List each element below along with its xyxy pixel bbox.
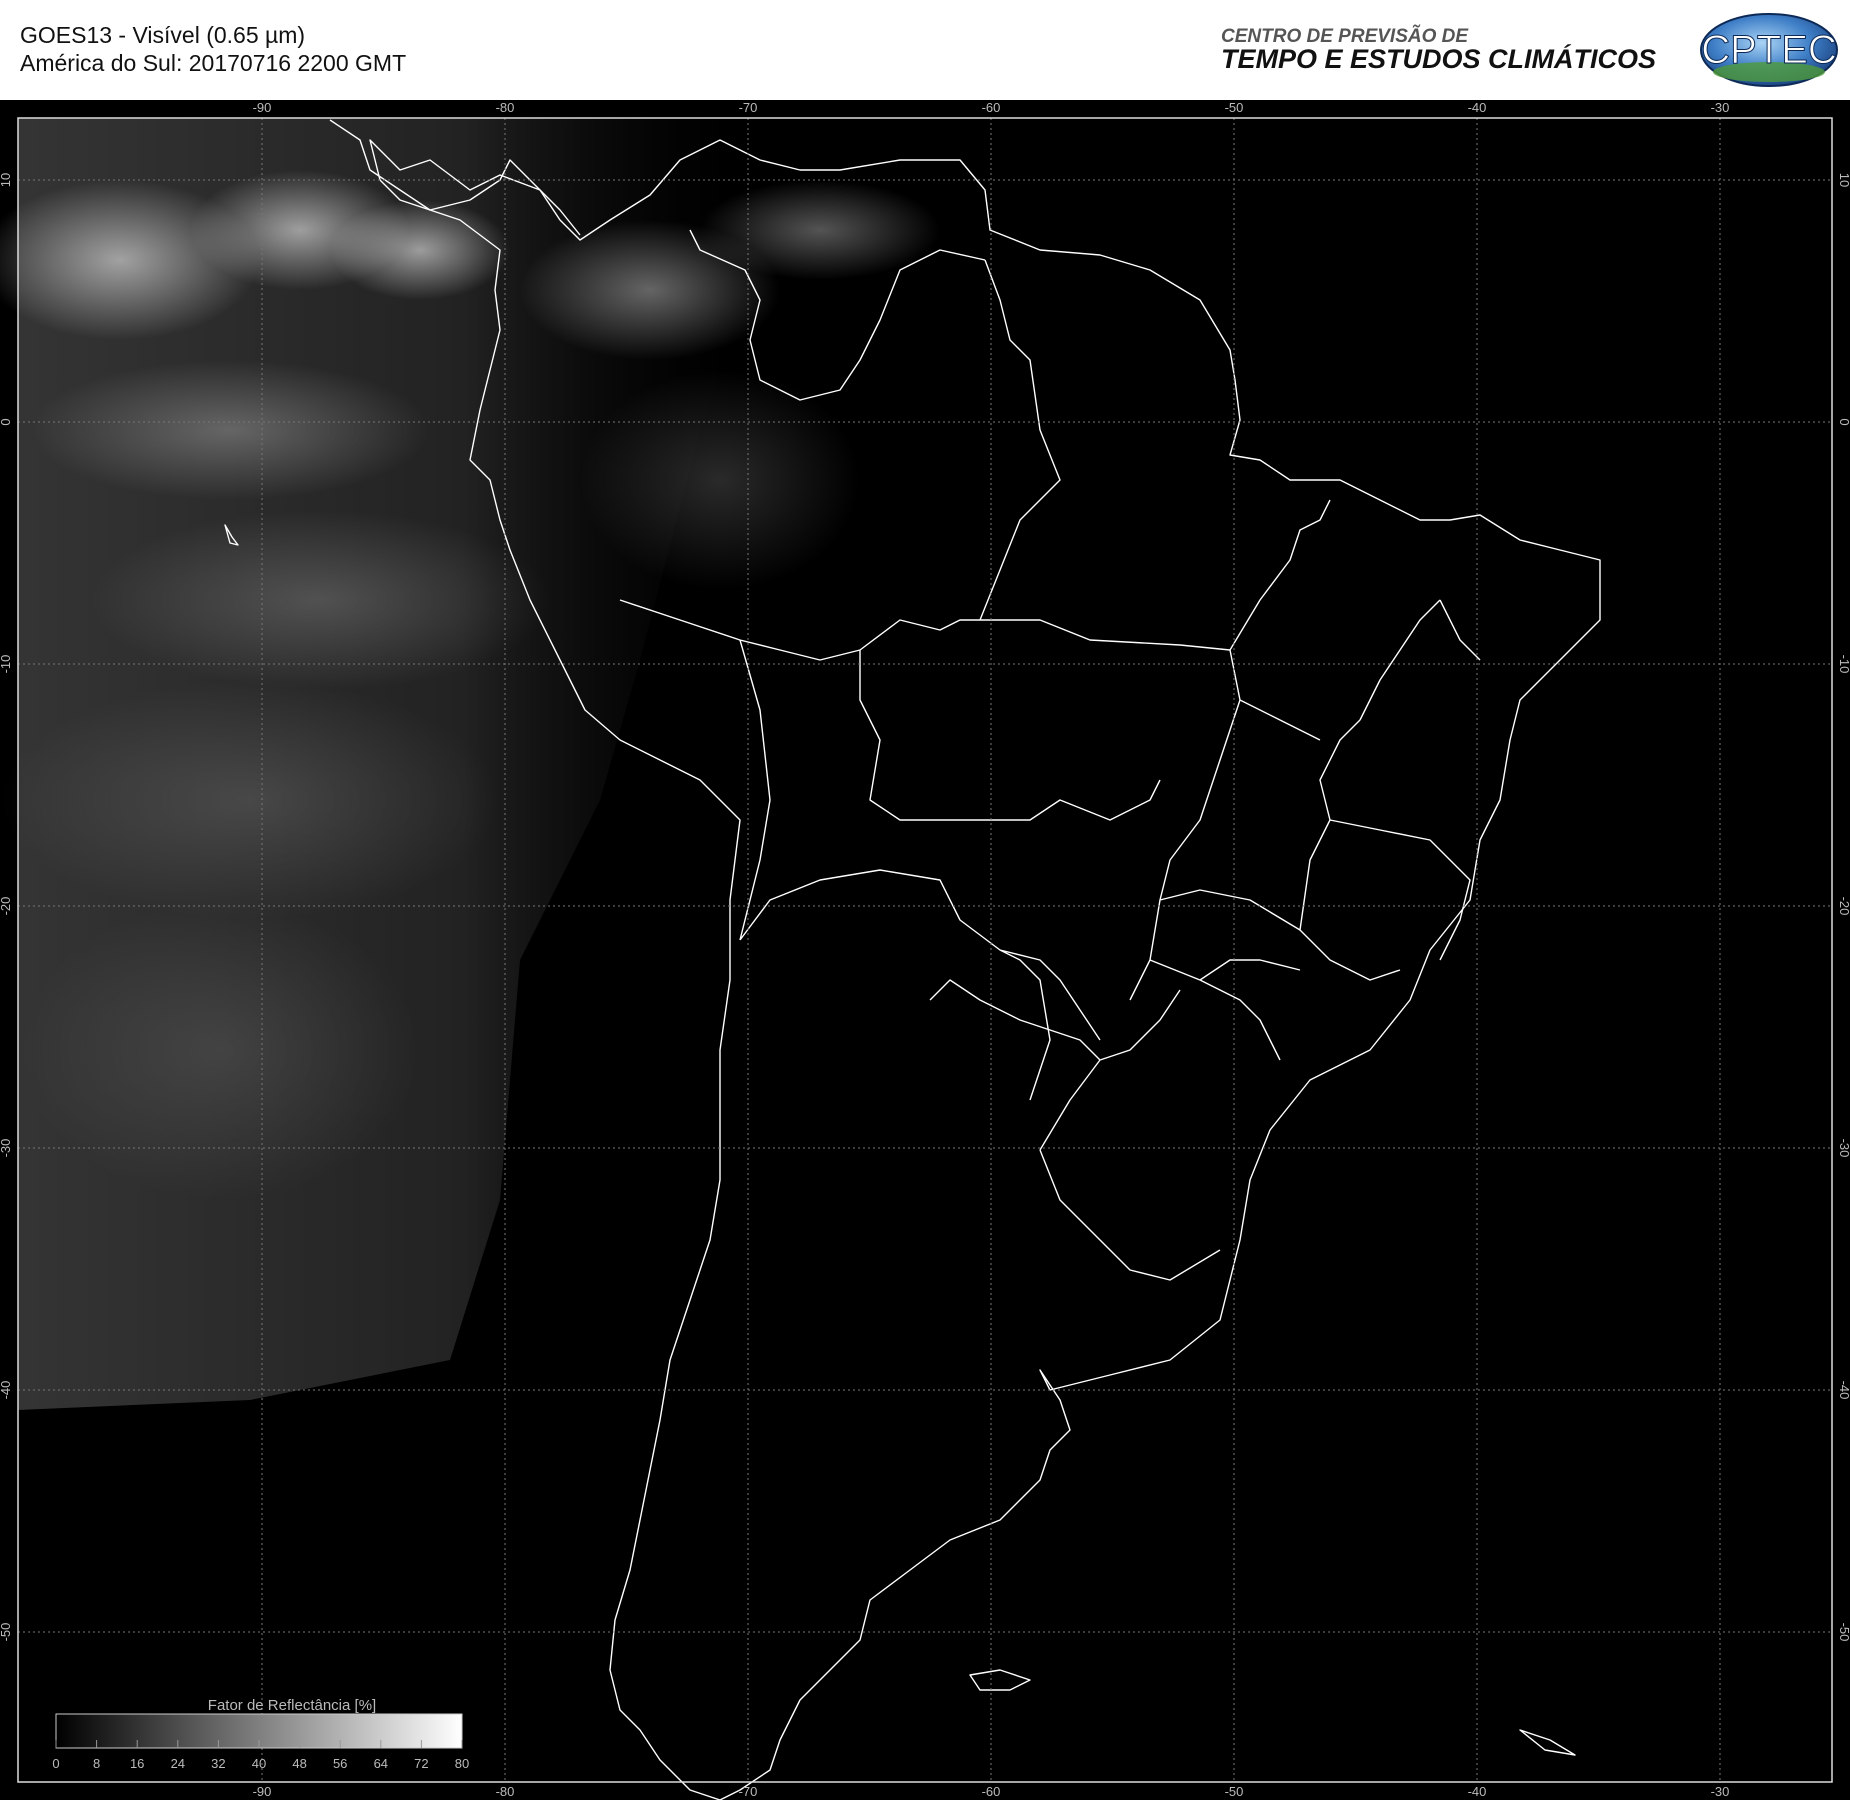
longitude-label: -70 [739, 100, 758, 115]
latitude-label: 0 [1837, 418, 1850, 425]
latitude-label: 0 [0, 418, 13, 425]
colorbar-tick-label: 72 [414, 1756, 428, 1771]
brazil-state-borders [1129, 499, 1481, 1061]
header: GOES13 - Visível (0.65 µm) América do Su… [0, 0, 1850, 100]
latitude-label: -30 [0, 1139, 13, 1158]
colorbar-title: Fator de Reflectância [%] [208, 1697, 376, 1714]
region-datetime: América do Sul: 20170716 2200 GMT [20, 50, 407, 76]
colorbar-tick-label: 48 [292, 1756, 306, 1771]
longitude-label: -50 [1225, 100, 1244, 115]
south-georgia [1519, 1729, 1576, 1756]
cloud-cover [0, 118, 940, 1410]
svg-text:CPTEC: CPTEC [1701, 28, 1837, 72]
longitude-label: -60 [982, 100, 1001, 115]
colorbar-tick-label: 40 [252, 1756, 266, 1771]
colorbar-tick-label: 8 [93, 1756, 100, 1771]
latitude-label: -40 [1837, 1381, 1850, 1400]
longitude-label: -60 [982, 1784, 1001, 1799]
satellite-map: -90 -80 -70 -60 -50 -40 -30 -90 -80 -70 -60 -50 -40… [0, 100, 1850, 1800]
latitude-label: -10 [1837, 655, 1850, 674]
latitude-label: -50 [0, 1623, 13, 1642]
colorbar-tick-label: 56 [333, 1756, 347, 1771]
latitude-label: 10 [0, 173, 13, 187]
latitude-labels-left: 10 0 -10 -20 -30 -40 -50 [0, 173, 13, 1642]
longitude-label: -30 [1711, 1784, 1730, 1799]
longitude-labels-bottom: -90 -80 -70 -60 -50 -40 -30 [253, 1784, 1730, 1799]
latitude-label: -50 [1837, 1623, 1850, 1642]
longitude-label: -40 [1468, 1784, 1487, 1799]
longitude-labels-top: -90 -80 -70 -60 -50 -40 -30 [253, 100, 1730, 115]
cptec-logo: CPTEC [1700, 13, 1838, 87]
longitude-label: -50 [1225, 1784, 1244, 1799]
org-name-large: TEMPO E ESTUDOS CLIMÁTICOS [1221, 44, 1657, 74]
latitude-label: -30 [1837, 1139, 1850, 1158]
colorbar-tick-label: 24 [171, 1756, 185, 1771]
product-title: GOES13 - Visível (0.65 µm) [20, 22, 306, 48]
longitude-label: -70 [739, 1784, 758, 1799]
longitude-label: -30 [1711, 100, 1730, 115]
colorbar-tick-label: 16 [130, 1756, 144, 1771]
longitude-label: -90 [253, 1784, 272, 1799]
falkland-islands [969, 1669, 1031, 1691]
colorbar-tick-label: 64 [374, 1756, 388, 1771]
longitude-label: -40 [1468, 100, 1487, 115]
map-canvas: -90 -80 -70 -60 -50 -40 -30 -90 -80 -70 -60 -50 -40… [0, 100, 1850, 1800]
longitude-label: -90 [253, 100, 272, 115]
colorbar-tick-label: 0 [52, 1756, 59, 1771]
longitude-label: -80 [496, 100, 515, 115]
latitude-label: -40 [0, 1381, 13, 1400]
latitude-label: -20 [1837, 897, 1850, 916]
latitude-label: -10 [0, 655, 13, 674]
latitude-labels-right: 10 0 -10 -20 -30 -40 -50 [1837, 173, 1850, 1642]
reflectance-colorbar: Fator de Reflectância [%] 0 8 16 24 32 40 48 56… [52, 1697, 469, 1771]
latitude-label: -20 [0, 897, 13, 916]
longitude-label: -80 [496, 1784, 515, 1799]
colorbar-tick-label: 80 [455, 1756, 469, 1771]
colorbar-tick-label: 32 [211, 1756, 225, 1771]
latitude-label: 10 [1837, 173, 1850, 187]
